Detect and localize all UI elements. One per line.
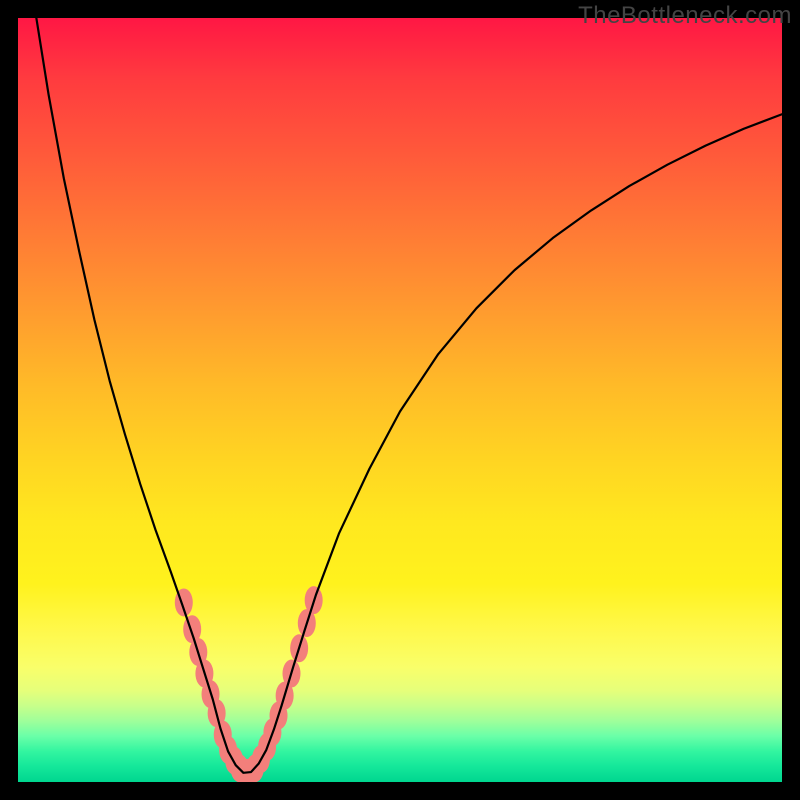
chart-svg [18,18,782,782]
watermark-text: TheBottleneck.com [578,2,792,30]
chart-frame: TheBottleneck.com [0,0,800,800]
plot-area [18,18,782,782]
blob-markers-group [175,586,323,782]
curve-path [36,18,782,773]
